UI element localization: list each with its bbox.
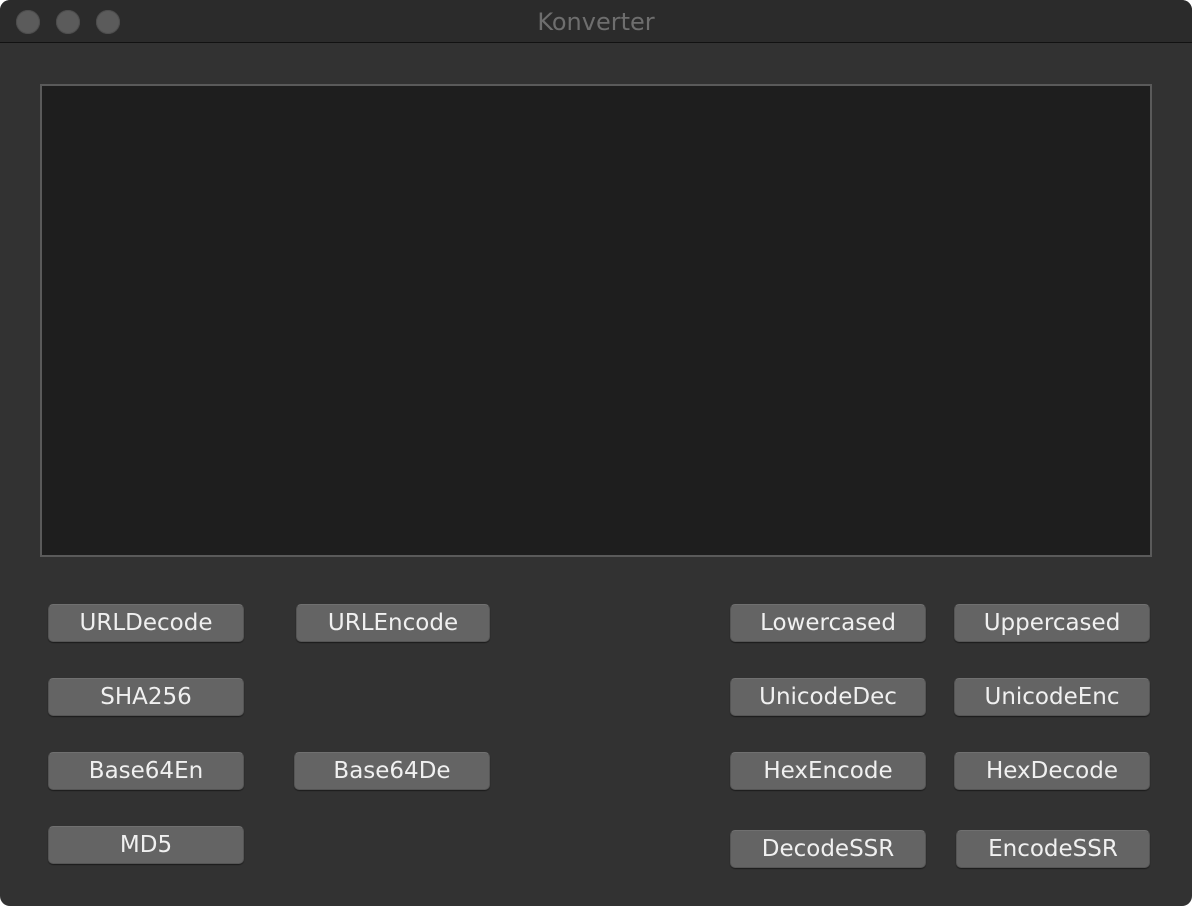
konverter-window: Konverter URLDecode URLEncode SHA256 Bas… [0, 0, 1192, 906]
hex-encode-button[interactable]: HexEncode [730, 752, 926, 790]
title-bar: Konverter [0, 0, 1192, 43]
base64-decode-button[interactable]: Base64De [294, 752, 490, 790]
base64-encode-button[interactable]: Base64En [48, 752, 244, 790]
unicode-decode-button[interactable]: UnicodeDec [730, 678, 926, 716]
url-encode-button[interactable]: URLEncode [296, 604, 490, 642]
sha256-button[interactable]: SHA256 [48, 678, 244, 716]
unicode-encode-button[interactable]: UnicodeEnc [954, 678, 1150, 716]
hex-decode-button[interactable]: HexDecode [954, 752, 1150, 790]
decode-ssr-button[interactable]: DecodeSSR [730, 830, 926, 868]
lowercased-button[interactable]: Lowercased [730, 604, 926, 642]
url-decode-button[interactable]: URLDecode [48, 604, 244, 642]
uppercased-button[interactable]: Uppercased [954, 604, 1150, 642]
text-editor[interactable] [40, 84, 1152, 557]
md5-button[interactable]: MD5 [48, 826, 244, 864]
window-title: Konverter [537, 8, 655, 36]
encode-ssr-button[interactable]: EncodeSSR [956, 830, 1150, 868]
